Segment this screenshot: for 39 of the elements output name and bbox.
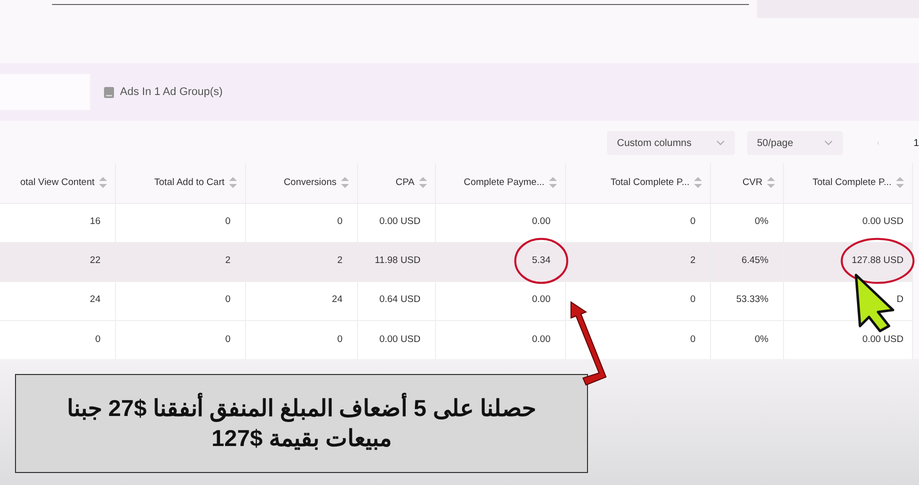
sort-icon[interactable] [228,176,236,188]
sort-icon[interactable] [896,176,904,188]
column-header[interactable]: Total Add to Cart [115,163,245,203]
table-cell: 127.88 USD [783,242,912,281]
column-header[interactable]: CVR [710,163,783,203]
table-cell: 53.33% [710,281,783,320]
table-cell: 5.34 [435,242,565,281]
column-header[interactable]: Total Complete P... [565,163,710,203]
tab-label[interactable]: Ads In 1 Ad Group(s) [120,84,223,100]
sort-icon[interactable] [548,176,556,188]
column-header[interactable]: otal View Content [0,163,115,203]
page-number[interactable]: 1 [913,136,919,150]
sort-icon[interactable] [766,176,774,188]
table-cell: 22 [0,242,115,281]
table-cell: 24 [245,281,357,320]
sort-icon[interactable] [418,176,426,188]
table-cell: 2 [245,242,357,281]
column-header[interactable]: Conversions [245,163,357,203]
column-header[interactable]: Total Complete P... [783,163,912,203]
sort-icon[interactable] [340,176,348,188]
ad-icon [104,86,114,98]
table-cell: 0 [115,281,245,320]
table-cell: 6.45% [710,242,783,281]
custom-columns-dropdown[interactable]: Custom columns [607,131,735,155]
chevron-down-icon [716,140,725,146]
page-size-dropdown[interactable]: 50/page [747,131,843,155]
table-cell: 0.00 [435,281,565,320]
sort-icon[interactable] [98,176,106,188]
cursor-icon [854,274,894,332]
table-cell: 11.98 USD [357,242,435,281]
sort-icon[interactable] [694,176,702,188]
column-header[interactable]: CPA [357,163,435,203]
table-cell: 2 [565,242,710,281]
table-cell: 0.64 USD [357,281,435,320]
caption-text: حصلنا على 5 أضعاف المبلغ المنفق أنفقنا $27 جبنا مبيعات بقيمة $127 [66,394,538,452]
chevron-down-icon [824,140,833,146]
column-header[interactable]: Complete Payme... [435,163,565,203]
table-cell: 24 [0,281,115,320]
table-cell: 2 [115,242,245,281]
